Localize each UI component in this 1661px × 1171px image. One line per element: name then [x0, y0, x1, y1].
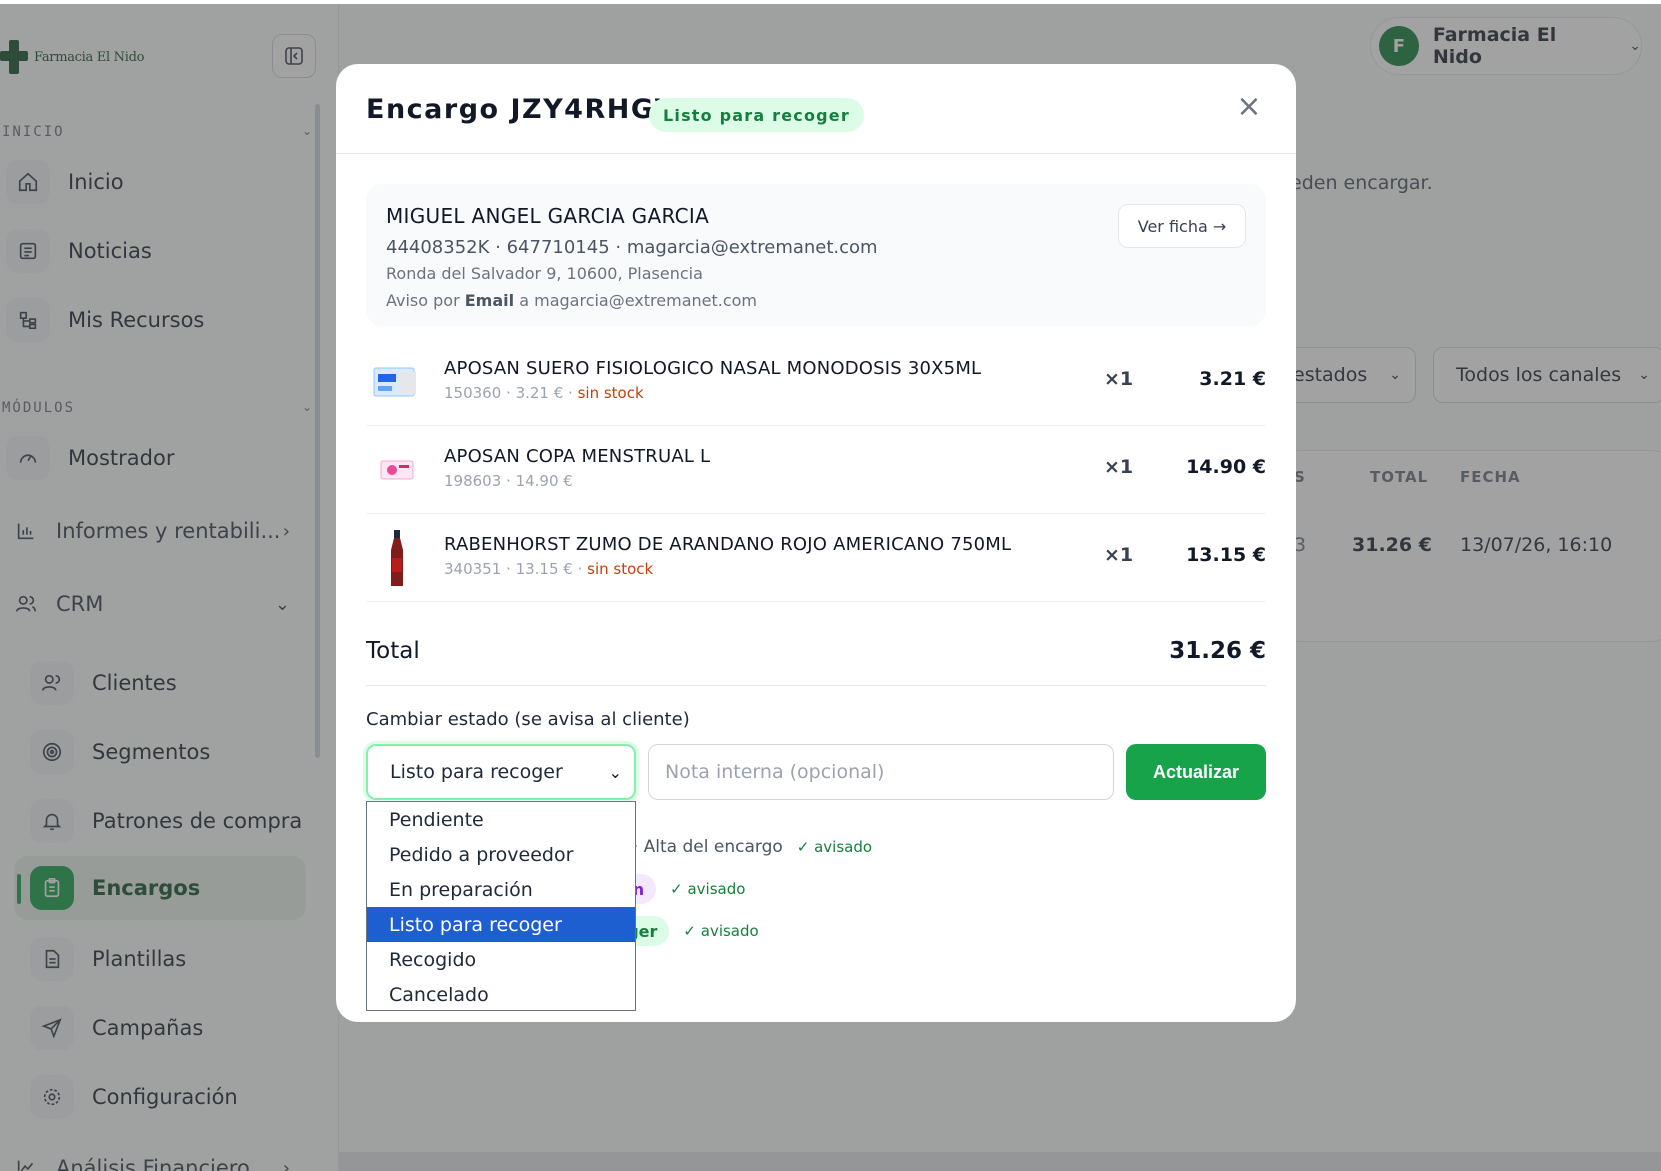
- dropdown-option-recogido[interactable]: Recogido: [367, 942, 635, 977]
- customer-name: MIGUEL ANGEL GARCIA GARCIA: [386, 204, 710, 228]
- item-name: RABENHORST ZUMO DE ARANDANO ROJO AMERICA…: [444, 534, 1012, 555]
- state-select-value: Listo para recoger: [390, 761, 563, 783]
- history-notified: ✓ avisado: [796, 838, 873, 856]
- change-state-label: Cambiar estado (se avisa al cliente): [366, 709, 690, 730]
- item-name: APOSAN COPA MENSTRUAL L: [444, 446, 711, 467]
- product-image: [366, 352, 428, 412]
- dropdown-option-pendiente[interactable]: Pendiente: [367, 802, 635, 837]
- modal-header: Encargo JZY4RHGV Listo para recoger ×: [336, 64, 1296, 154]
- chevron-down-icon: ⌄: [608, 762, 622, 782]
- status-badge: Listo para recoger: [649, 98, 864, 132]
- stock-status: sin stock: [577, 384, 644, 402]
- item-quantity: ×1: [1104, 544, 1134, 566]
- order-total: Total 31.26 €: [366, 626, 1266, 686]
- product-image: [366, 528, 428, 588]
- internal-note-input[interactable]: [648, 744, 1114, 800]
- order-item: APOSAN COPA MENSTRUAL L 198603 · 14.90 €…: [366, 426, 1266, 514]
- order-item: RABENHORST ZUMO DE ARANDANO ROJO AMERICA…: [366, 514, 1266, 602]
- notice-channel: Email: [464, 291, 515, 310]
- history-notified: ✓ avisado: [683, 922, 759, 940]
- total-value: 31.26 €: [1169, 638, 1266, 664]
- item-price: 13.15 €: [1186, 544, 1266, 566]
- item-name: APOSAN SUERO FISIOLOGICO NASAL MONODOSIS…: [444, 358, 982, 379]
- history-event: · Alta del encargo: [632, 837, 783, 857]
- history-notified: ✓ avisado: [670, 880, 746, 898]
- item-price: 14.90 €: [1186, 456, 1266, 478]
- product-image: [366, 440, 428, 500]
- dropdown-option-listo[interactable]: Listo para recoger: [367, 907, 635, 942]
- order-item: APOSAN SUERO FISIOLOGICO NASAL MONODOSIS…: [366, 338, 1266, 426]
- item-meta: 340351 · 13.15 € · sin stock: [444, 560, 654, 578]
- update-button[interactable]: Actualizar: [1126, 744, 1266, 800]
- notice-suffix: a magarcia@extremanet.com: [519, 291, 758, 310]
- item-quantity: ×1: [1104, 456, 1134, 478]
- item-quantity: ×1: [1104, 368, 1134, 390]
- item-code-price: 340351 · 13.15 €: [444, 560, 573, 578]
- dropdown-option-cancelado[interactable]: Cancelado: [367, 977, 635, 1012]
- customer-contact: 44408352K · 647710145 · magarcia@extrema…: [386, 237, 878, 258]
- dropdown-option-pedido[interactable]: Pedido a proveedor: [367, 837, 635, 872]
- view-customer-button[interactable]: Ver ficha →: [1118, 204, 1246, 248]
- customer-card: MIGUEL ANGEL GARCIA GARCIA 44408352K · 6…: [366, 184, 1266, 326]
- notice-prefix: Aviso por: [386, 291, 460, 310]
- customer-notice: Aviso por Email a magarcia@extremanet.co…: [386, 291, 757, 310]
- state-select[interactable]: Listo para recoger ⌄: [366, 744, 636, 800]
- stock-status: sin stock: [587, 560, 654, 578]
- modal-title: Encargo JZY4RHGV: [366, 94, 677, 125]
- state-dropdown-list: Pendiente Pedido a proveedor En preparac…: [366, 801, 636, 1011]
- item-price: 3.21 €: [1199, 368, 1266, 390]
- item-meta: 198603 · 14.90 €: [444, 472, 573, 490]
- item-meta: 150360 · 3.21 € · sin stock: [444, 384, 644, 402]
- item-code-price: 150360 · 3.21 €: [444, 384, 564, 402]
- close-icon[interactable]: ×: [1234, 92, 1264, 122]
- dropdown-option-preparacion[interactable]: En preparación: [367, 872, 635, 907]
- total-label: Total: [366, 638, 420, 664]
- customer-address: Ronda del Salvador 9, 10600, Plasencia: [386, 264, 703, 283]
